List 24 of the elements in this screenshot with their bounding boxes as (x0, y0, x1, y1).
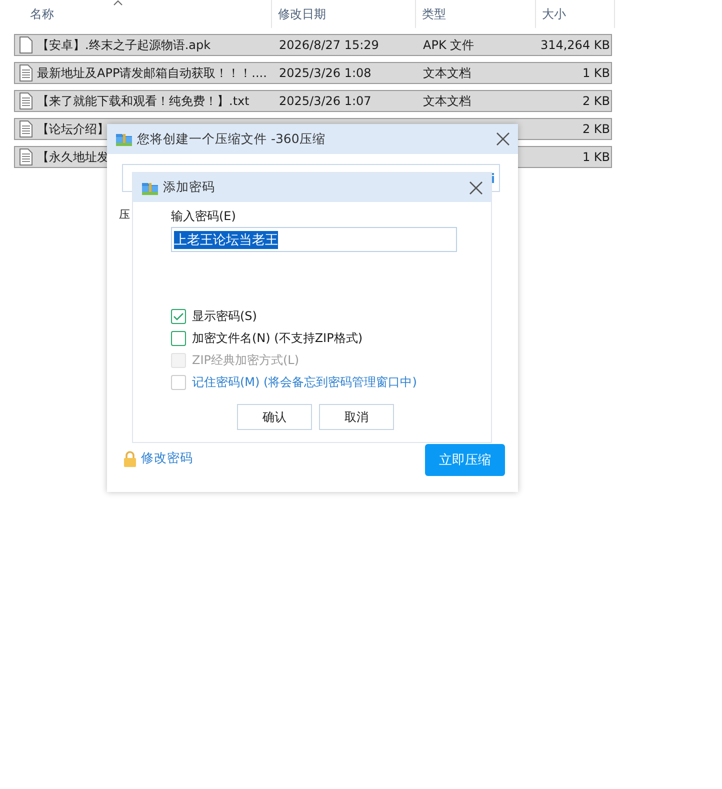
file-date: 2025/3/26 1:07 (279, 94, 372, 108)
file-size: 2 KB (582, 94, 610, 108)
window-title: 添加密码 (163, 179, 216, 196)
file-date: 2025/3/26 1:08 (279, 66, 372, 80)
file-size: 1 KB (582, 66, 610, 80)
window-title: 您将创建一个压缩文件 -360压缩 (137, 130, 326, 148)
file-size: 314,264 KB (540, 38, 610, 52)
file-type: 文本文档 (423, 94, 471, 108)
field-label: 压 (119, 207, 130, 222)
file-type: 文本文档 (423, 66, 471, 80)
file-name: 【来了就能下载和观看！纯免费！】.txt (37, 92, 250, 110)
file-date: 2026/8/27 15:29 (279, 38, 379, 52)
file-name: 【安卓】.终末之子起源物语.apk (37, 36, 211, 54)
password-value: 上老王论坛当老王 (174, 230, 278, 248)
option-label: ZIP经典加密方式(L) (192, 352, 300, 369)
file-name: 【论坛介绍】 (37, 120, 109, 138)
password-label: 输入密码(E) (171, 208, 237, 225)
option-label: 加密文件名(N) (不支持ZIP格式) (192, 330, 363, 347)
file-name: 【永久地址发 (37, 148, 109, 166)
option-label: 显示密码(S) (192, 308, 257, 325)
file-size: 1 KB (582, 150, 610, 164)
file-size: 2 KB (582, 122, 610, 136)
file-type: APK 文件 (423, 38, 474, 52)
file-name: 最新地址及APP请发邮箱自动获取！！！.... (37, 64, 267, 82)
